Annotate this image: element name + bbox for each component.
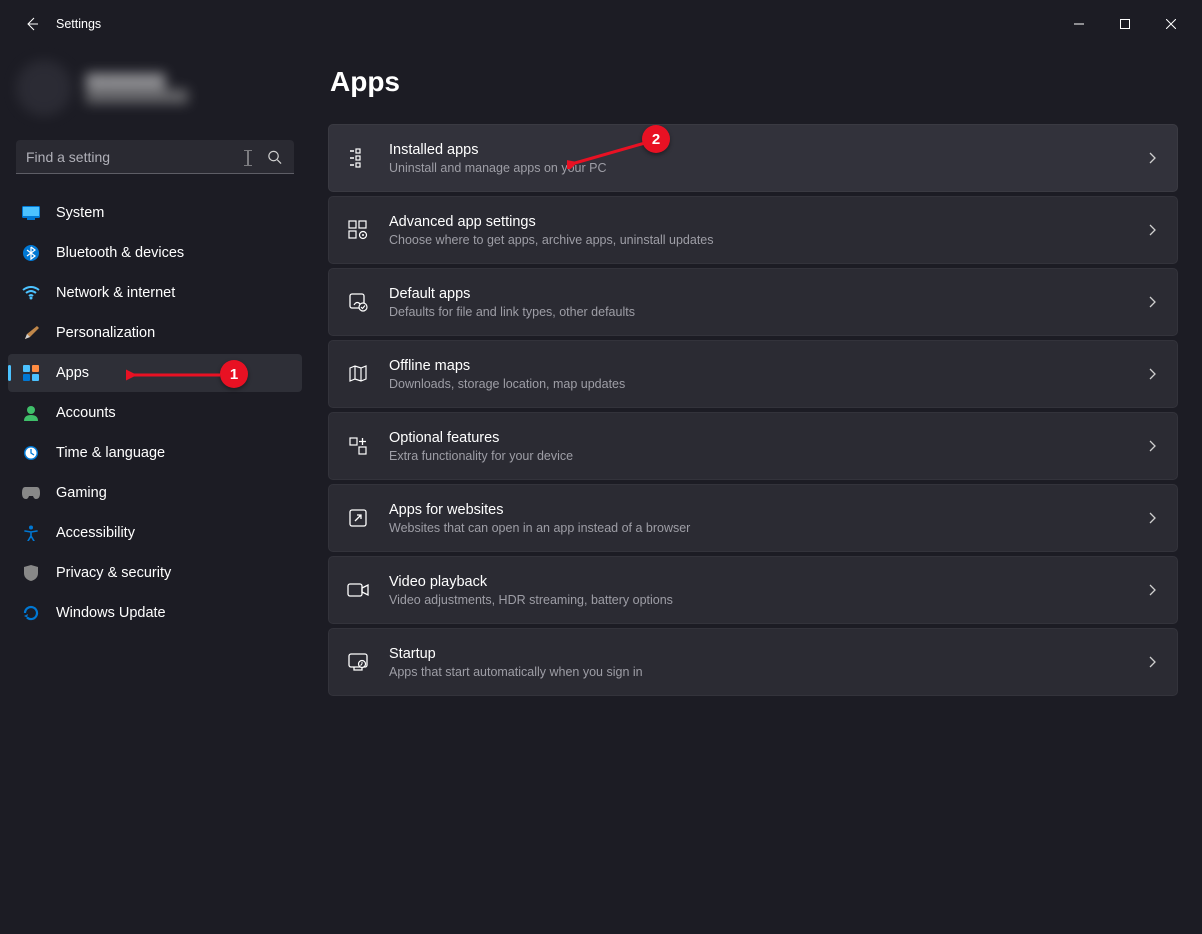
card-subtitle: Websites that can open in an app instead…: [389, 521, 1129, 535]
annotation-marker-1: 1: [220, 360, 248, 388]
sidebar-item-accessibility[interactable]: Accessibility: [8, 514, 302, 552]
card-title: Apps for websites: [389, 501, 1129, 520]
back-button[interactable]: [22, 14, 42, 34]
card-title: Default apps: [389, 285, 1129, 304]
sidebar-item-bluetooth[interactable]: Bluetooth & devices: [8, 234, 302, 272]
card-default-apps[interactable]: Default apps Defaults for file and link …: [328, 268, 1178, 336]
titlebar: Settings: [0, 0, 1202, 48]
card-subtitle: Defaults for file and link types, other …: [389, 305, 1129, 319]
gamepad-icon: [22, 484, 40, 502]
chevron-right-icon: [1149, 440, 1157, 452]
sidebar-item-privacy[interactable]: Privacy & security: [8, 554, 302, 592]
update-icon: [22, 604, 40, 622]
sidebar-item-label: Accounts: [56, 405, 116, 421]
card-title: Startup: [389, 645, 1129, 664]
shield-icon: [22, 564, 40, 582]
wifi-icon: [22, 284, 40, 302]
apps-gear-icon: [347, 219, 369, 241]
sidebar: ████████ ████████████ System: [0, 48, 310, 934]
card-title: Advanced app settings: [389, 213, 1129, 232]
sidebar-item-label: Privacy & security: [56, 565, 171, 581]
annotation-arrow-2: [567, 139, 649, 169]
accessibility-icon: [22, 524, 40, 542]
card-title: Offline maps: [389, 357, 1129, 376]
minimize-button[interactable]: [1056, 8, 1102, 40]
card-title: Video playback: [389, 573, 1129, 592]
page-title: Apps: [328, 66, 1178, 98]
settings-cards: Installed apps Uninstall and manage apps…: [328, 124, 1178, 696]
sidebar-item-label: Personalization: [56, 325, 155, 341]
chevron-right-icon: [1149, 296, 1157, 308]
chevron-right-icon: [1149, 584, 1157, 596]
sidebar-item-label: Apps: [56, 365, 89, 381]
maximize-icon: [1120, 19, 1130, 29]
card-subtitle: Extra functionality for your device: [389, 449, 1129, 463]
card-optional-features[interactable]: Optional features Extra functionality fo…: [328, 412, 1178, 480]
search-field[interactable]: [16, 140, 294, 174]
text-cursor-icon: [244, 150, 245, 164]
optional-features-icon: [347, 435, 369, 457]
sidebar-item-label: Accessibility: [56, 525, 135, 541]
default-apps-icon: [347, 291, 369, 313]
card-offline-maps[interactable]: Offline maps Downloads, storage location…: [328, 340, 1178, 408]
card-subtitle: Choose where to get apps, archive apps, …: [389, 233, 1129, 247]
avatar: [16, 60, 72, 116]
minimize-icon: [1074, 19, 1084, 29]
maximize-button[interactable]: [1102, 8, 1148, 40]
annotation-arrow-1: [126, 363, 222, 387]
card-title: Installed apps: [389, 141, 1129, 160]
sidebar-item-accounts[interactable]: Accounts: [8, 394, 302, 432]
sidebar-item-personalization[interactable]: Personalization: [8, 314, 302, 352]
sidebar-item-label: System: [56, 205, 104, 221]
card-advanced-app-settings[interactable]: Advanced app settings Choose where to ge…: [328, 196, 1178, 264]
user-profile[interactable]: ████████ ████████████: [16, 56, 294, 120]
sidebar-item-label: Network & internet: [56, 285, 175, 301]
chevron-right-icon: [1149, 656, 1157, 668]
installed-apps-icon: [347, 147, 369, 169]
close-button[interactable]: [1148, 8, 1194, 40]
map-icon: [347, 363, 369, 385]
window-title: Settings: [56, 17, 101, 31]
sidebar-item-label: Time & language: [56, 445, 165, 461]
chevron-right-icon: [1149, 368, 1157, 380]
card-subtitle: Video adjustments, HDR streaming, batter…: [389, 593, 1129, 607]
card-installed-apps[interactable]: Installed apps Uninstall and manage apps…: [328, 124, 1178, 192]
video-icon: [347, 579, 369, 601]
paintbrush-icon: [22, 324, 40, 342]
bluetooth-icon: [22, 244, 40, 262]
close-icon: [1166, 19, 1176, 29]
nav: System Bluetooth & devices Network & int…: [0, 190, 310, 632]
system-icon: [22, 204, 40, 222]
sidebar-item-label: Bluetooth & devices: [56, 245, 184, 261]
chevron-right-icon: [1149, 512, 1157, 524]
card-subtitle: Apps that start automatically when you s…: [389, 665, 1129, 679]
card-video-playback[interactable]: Video playback Video adjustments, HDR st…: [328, 556, 1178, 624]
sidebar-item-label: Windows Update: [56, 605, 166, 621]
card-startup[interactable]: Startup Apps that start automatically wh…: [328, 628, 1178, 696]
main-content: Apps Installed apps Uninstall and manage…: [310, 48, 1202, 934]
person-icon: [22, 404, 40, 422]
search-icon: [267, 150, 282, 165]
search-input[interactable]: [16, 140, 294, 174]
chevron-right-icon: [1149, 152, 1157, 164]
card-subtitle: Downloads, storage location, map updates: [389, 377, 1129, 391]
sidebar-item-system[interactable]: System: [8, 194, 302, 232]
card-apps-for-websites[interactable]: Apps for websites Websites that can open…: [328, 484, 1178, 552]
sidebar-item-update[interactable]: Windows Update: [8, 594, 302, 632]
open-external-icon: [347, 507, 369, 529]
sidebar-item-time[interactable]: Time & language: [8, 434, 302, 472]
chevron-right-icon: [1149, 224, 1157, 236]
card-title: Optional features: [389, 429, 1129, 448]
card-subtitle: Uninstall and manage apps on your PC: [389, 161, 1129, 175]
apps-icon: [22, 364, 40, 382]
sidebar-item-network[interactable]: Network & internet: [8, 274, 302, 312]
arrow-left-icon: [24, 16, 40, 32]
sidebar-item-gaming[interactable]: Gaming: [8, 474, 302, 512]
sidebar-item-label: Gaming: [56, 485, 107, 501]
startup-icon: [347, 651, 369, 673]
clock-icon: [22, 444, 40, 462]
